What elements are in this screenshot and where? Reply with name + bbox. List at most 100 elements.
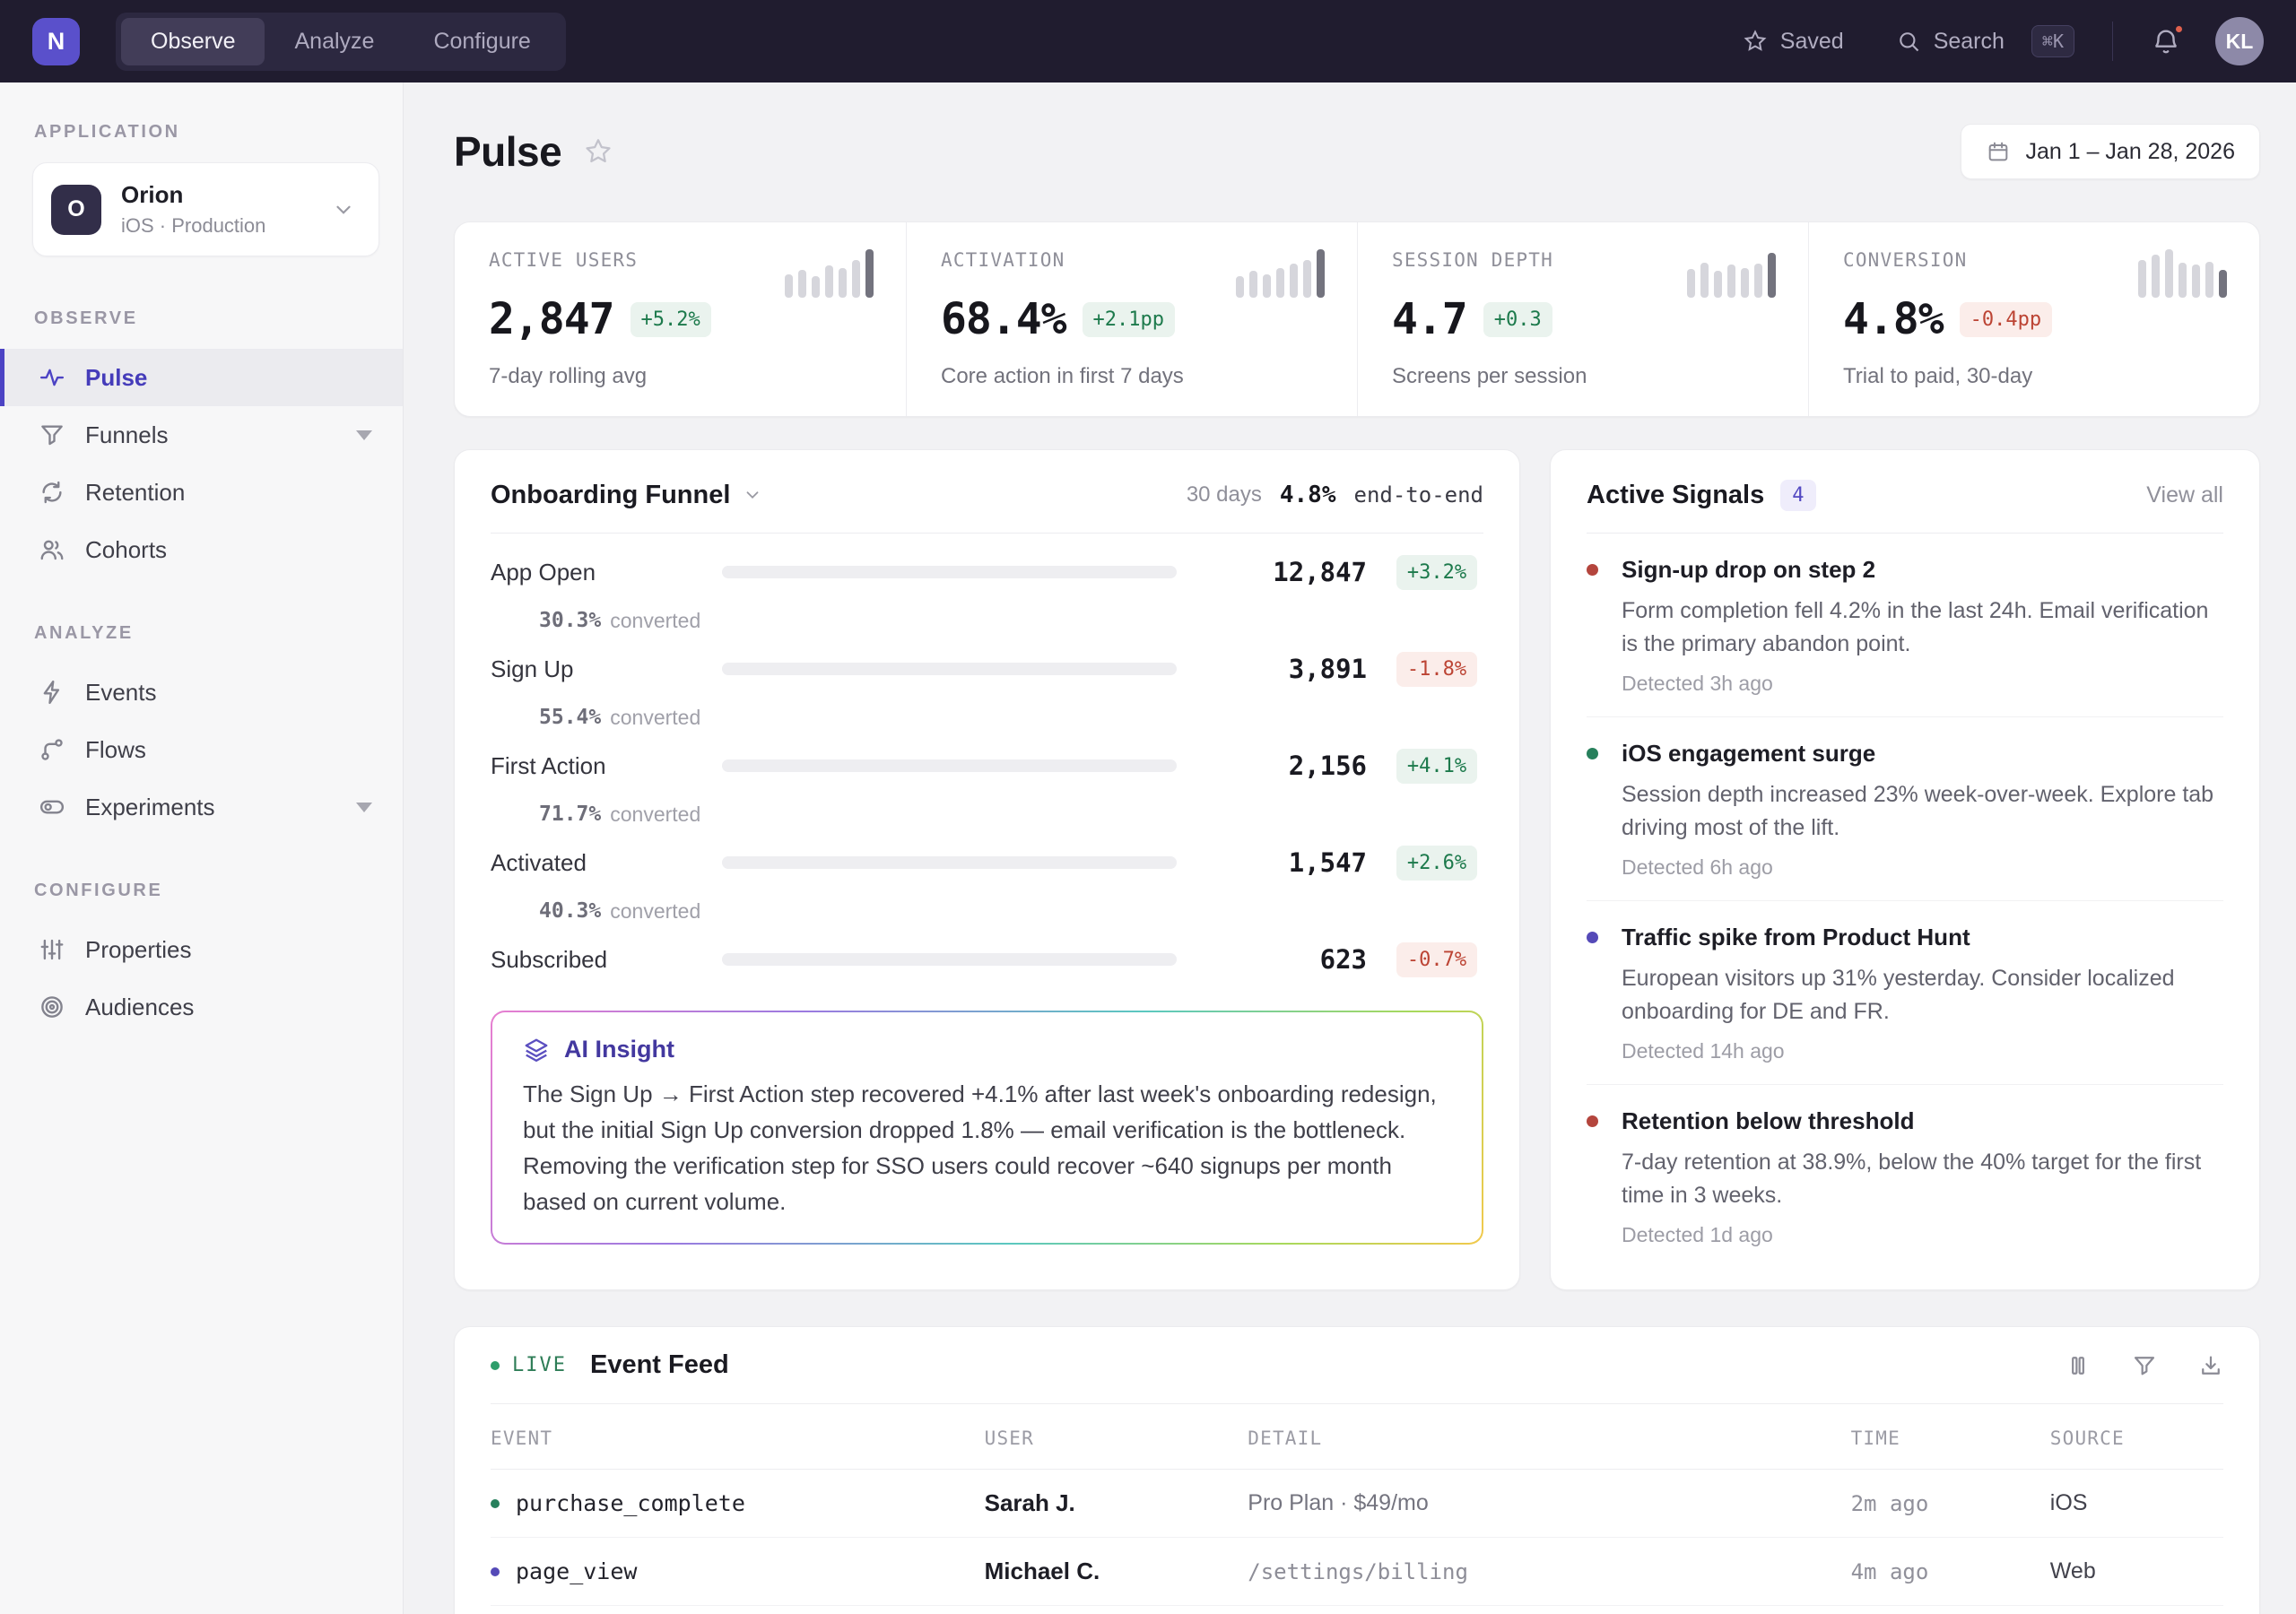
funnel-conversion-row: 55.4% converted bbox=[491, 693, 1483, 742]
app-avatar: O bbox=[51, 185, 101, 235]
signal-item-ios-surge[interactable]: iOS engagement surge Session depth incre… bbox=[1587, 716, 2223, 900]
search-label: Search bbox=[1934, 29, 2005, 55]
column-time: TIME bbox=[1851, 1427, 2050, 1449]
tab-analyze[interactable]: Analyze bbox=[265, 18, 404, 65]
sparkline-chart bbox=[1687, 249, 1776, 298]
users-icon bbox=[39, 536, 65, 563]
signal-dot bbox=[1587, 748, 1598, 759]
sidebar-item-label: Flows bbox=[85, 736, 146, 764]
funnel-step-app-open: App Open 12,847 +3.2% bbox=[491, 548, 1483, 596]
event-source: Web bbox=[2050, 1558, 2223, 1584]
signal-detected-time: Detected 6h ago bbox=[1622, 855, 2223, 879]
sidebar-item-funnels[interactable]: Funnels bbox=[0, 406, 403, 464]
sidebar-item-retention[interactable]: Retention bbox=[0, 464, 403, 521]
chevron-down-icon[interactable] bbox=[743, 485, 762, 505]
saved-button[interactable]: Saved bbox=[1743, 29, 1844, 55]
sidebar-item-cohorts[interactable]: Cohorts bbox=[0, 521, 403, 578]
funnel-step-activated: Activated 1,547 +2.6% bbox=[491, 838, 1483, 887]
signal-body: Session depth increased 23% week-over-we… bbox=[1622, 778, 2223, 845]
sidebar-item-label: Audiences bbox=[85, 994, 194, 1021]
layers-icon bbox=[523, 1037, 550, 1063]
pause-icon[interactable] bbox=[2066, 1353, 2091, 1378]
search-shortcut-kbd: ⌘K bbox=[2031, 25, 2074, 57]
conversion-pct: 55.4% bbox=[539, 706, 601, 729]
conversion-pct: 40.3% bbox=[539, 899, 601, 923]
signal-detected-time: Detected 1d ago bbox=[1622, 1223, 2223, 1246]
tab-configure[interactable]: Configure bbox=[404, 18, 560, 65]
chevron-down-icon bbox=[356, 430, 372, 440]
event-user: Sarah J. bbox=[985, 1489, 1248, 1517]
funnel-delta-badge: +4.1% bbox=[1396, 749, 1477, 784]
page-header: Pulse Jan 1 – Jan 28, 2026 bbox=[454, 123, 2260, 180]
search-button[interactable]: Search ⌘K bbox=[1896, 25, 2074, 57]
sliders-icon bbox=[39, 936, 65, 963]
event-time: 2m ago bbox=[1851, 1491, 2050, 1516]
ai-insight-header: AI Insight bbox=[523, 1036, 1451, 1063]
event-row-purchase-complete[interactable]: purchase_complete Sarah J. Pro Plan · $4… bbox=[491, 1470, 2223, 1538]
tab-observe[interactable]: Observe bbox=[121, 18, 265, 65]
date-range-picker[interactable]: Jan 1 – Jan 28, 2026 bbox=[1961, 124, 2260, 179]
funnel-step-value: 2,156 bbox=[1214, 751, 1367, 781]
conversion-label: converted bbox=[610, 609, 700, 633]
signal-item-retention-threshold[interactable]: Retention below threshold 7-day retentio… bbox=[1587, 1084, 2223, 1268]
sidebar: APPLICATION O Orion iOS · Production OBS… bbox=[0, 82, 404, 1614]
funnel-step-first-action: First Action 2,156 +4.1% bbox=[491, 742, 1483, 790]
kpi-subtitle: Trial to paid, 30-day bbox=[1843, 364, 2225, 389]
funnel-step-label: Sign Up bbox=[491, 655, 699, 683]
kpi-delta-badge: +5.2% bbox=[631, 302, 711, 337]
sparkline-chart bbox=[785, 249, 874, 298]
configure-nav: Properties Audiences bbox=[0, 921, 403, 1036]
analyze-nav: Events Flows Experiments bbox=[0, 664, 403, 836]
signal-content: iOS engagement surge Session depth incre… bbox=[1622, 739, 2223, 879]
sidebar-item-events[interactable]: Events bbox=[0, 664, 403, 721]
view-all-link[interactable]: View all bbox=[2146, 482, 2223, 508]
sidebar-item-label: Funnels bbox=[85, 421, 169, 449]
active-signals-card: Active Signals 4 View all Sign-up drop o… bbox=[1550, 449, 2260, 1290]
funnel-step-value: 623 bbox=[1214, 944, 1367, 975]
sidebar-item-experiments[interactable]: Experiments bbox=[0, 778, 403, 836]
event-detail: /settings/billing bbox=[1248, 1559, 1850, 1584]
live-label: LIVE bbox=[512, 1354, 567, 1376]
funnel-card-header: Onboarding Funnel 30 days 4.8% end-to-en… bbox=[491, 479, 1483, 534]
funnel-step-label: App Open bbox=[491, 559, 699, 586]
target-icon bbox=[39, 994, 65, 1020]
funnel-meta: 30 days 4.8% end-to-end bbox=[1187, 482, 1483, 508]
sidebar-item-label: Pulse bbox=[85, 364, 147, 392]
sidebar-item-pulse[interactable]: Pulse bbox=[0, 349, 403, 406]
signal-body: 7-day retention at 38.9%, below the 40% … bbox=[1622, 1146, 2223, 1212]
kpi-subtitle: 7-day rolling avg bbox=[489, 364, 872, 389]
event-row-user-signup[interactable]: user_signup Anonymous Google SSO 7m ago … bbox=[491, 1606, 2223, 1614]
app-environment: iOS · Production bbox=[121, 214, 265, 238]
user-avatar[interactable]: KL bbox=[2215, 17, 2264, 65]
chevron-down-icon bbox=[356, 803, 372, 812]
notifications-button[interactable] bbox=[2151, 26, 2181, 56]
signal-item-signup-drop[interactable]: Sign-up drop on step 2 Form completion f… bbox=[1587, 534, 2223, 716]
kpi-subtitle: Screens per session bbox=[1392, 364, 1774, 389]
kpi-delta-badge: +2.1pp bbox=[1083, 302, 1175, 337]
branch-icon bbox=[39, 736, 65, 763]
app-meta: Orion iOS · Production bbox=[121, 181, 265, 238]
sidebar-item-flows[interactable]: Flows bbox=[0, 721, 403, 778]
event-row-page-view[interactable]: page_view Michael C. /settings/billing 4… bbox=[491, 1538, 2223, 1606]
download-icon[interactable] bbox=[2198, 1353, 2223, 1378]
funnel-step-label: Subscribed bbox=[491, 946, 699, 974]
favorite-star-icon[interactable] bbox=[583, 136, 613, 167]
filter-icon[interactable] bbox=[2132, 1353, 2157, 1378]
sidebar-item-audiences[interactable]: Audiences bbox=[0, 978, 403, 1036]
app-switcher[interactable]: O Orion iOS · Production bbox=[32, 162, 379, 256]
funnel-bar bbox=[722, 663, 1177, 675]
kpi-value: 4.8% bbox=[1843, 294, 1944, 344]
ai-insight-title: AI Insight bbox=[564, 1036, 674, 1063]
funnel-icon bbox=[39, 421, 65, 448]
sidebar-item-properties[interactable]: Properties bbox=[0, 921, 403, 978]
application-section-label: APPLICATION bbox=[34, 122, 403, 143]
event-feed-actions bbox=[2066, 1353, 2223, 1378]
event-name: page_view bbox=[516, 1558, 637, 1584]
funnel-conversion-row: 30.3% converted bbox=[491, 596, 1483, 645]
app-logo[interactable]: N bbox=[32, 18, 80, 65]
kpi-value: 68.4% bbox=[941, 294, 1066, 344]
signals-title: Active Signals bbox=[1587, 479, 1764, 511]
signal-item-traffic-spike[interactable]: Traffic spike from Product Hunt European… bbox=[1587, 900, 2223, 1084]
event-user: Michael C. bbox=[985, 1558, 1248, 1585]
calendar-icon bbox=[1986, 139, 2011, 164]
